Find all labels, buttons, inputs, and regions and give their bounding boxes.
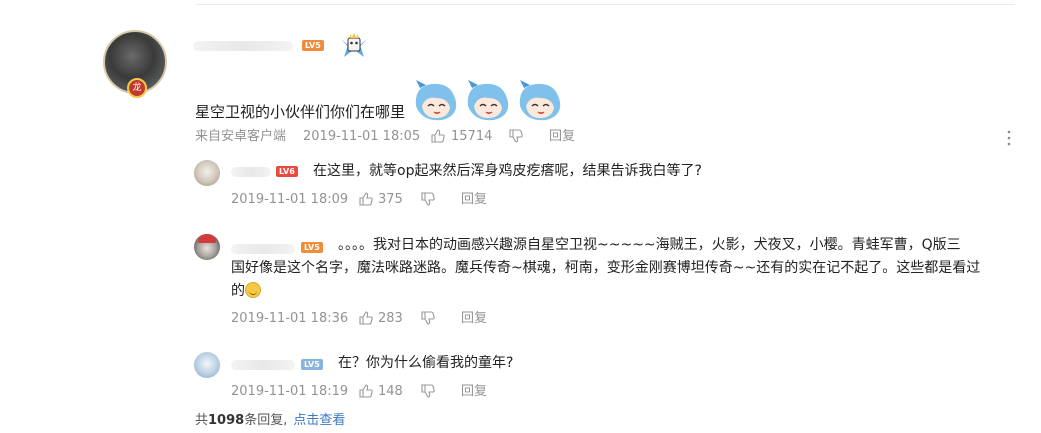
reply-count-suffix: 条回复, [244,413,288,428]
like-icon[interactable] [431,129,445,143]
laughing-emoji-icon [245,282,261,298]
reply-avatar[interactable] [194,352,220,378]
username-blurred[interactable] [193,41,293,51]
reply-avatar[interactable] [194,234,220,260]
like-count: 15714 [451,129,493,144]
main-avatar[interactable]: 龙 [103,30,167,98]
reply-text-line: 。。。。我对日本的动画感兴趣源自星空卫视~~~~~海贼王，火影，犬夜叉，小樱。青… [338,237,961,253]
like-icon[interactable] [359,384,373,398]
reply-count-footer: 共1098条回复, 点击查看 [195,413,345,429]
reply-button[interactable]: 回复 [461,192,487,208]
level-badge: LV5 [301,359,323,370]
reply-count-prefix: 共 [195,413,209,428]
comment-text: 星空卫视的小伙伴们你们在哪里 [195,103,406,121]
reply-button[interactable]: 回复 [461,311,487,327]
reply-button[interactable]: 回复 [549,129,575,145]
more-options-icon[interactable] [1006,130,1012,146]
reply-text-line: 的 [231,283,245,299]
timestamp: 2019-11-01 18:19 [231,384,349,399]
reply-meta: 2019-11-01 18:09 375 回复 [231,192,531,208]
top-divider [195,4,1015,5]
reply-text-end: 的 [231,280,261,303]
level-badge: LV6 [276,166,298,177]
dislike-icon[interactable] [509,129,523,143]
reply-meta: 2019-11-01 18:19 148 回复 [231,384,531,400]
like-icon[interactable] [359,311,373,325]
sticker-emoji-icons [415,80,561,121]
reply-count: 1098 [208,413,245,428]
source-label: 来自安卓客户端 [195,129,287,144]
dislike-icon[interactable] [421,384,435,398]
timestamp: 2019-11-01 18:09 [231,192,349,207]
reply-text: 在这里，就等op起来然后浑身鸡皮疙瘩呢，结果告诉我白等了? [313,163,702,179]
like-count: 375 [378,192,403,207]
dislike-icon[interactable] [421,192,435,206]
view-all-replies-link[interactable]: 点击查看 [293,413,345,428]
level-badge: LV5 [302,40,324,51]
reply-text: 在？你为什么偷看我的童年? [338,355,514,371]
medal-icon [341,33,367,57]
reply-text-line: 国好像是这个名字，魔法咪路迷路。魔兵传奇~棋魂，柯南，变形金刚赛博坦传奇~~还有… [231,260,981,276]
like-count: 283 [378,311,403,326]
like-count: 148 [378,384,403,399]
reply-avatar[interactable] [194,160,220,186]
reply-meta: 2019-11-01 18:36 283 回复 [231,311,531,327]
reply-username-blurred[interactable] [231,167,271,177]
timestamp: 2019-11-01 18:36 [231,311,349,326]
reply-username-blurred[interactable] [231,360,295,370]
level-badge: LV5 [301,242,323,253]
like-icon[interactable] [359,192,373,206]
comment-meta: 来自安卓客户端 2019-11-01 18:05 15714 回复 [195,129,795,145]
santa-hat-icon [198,234,216,243]
timestamp: 2019-11-01 18:05 [303,129,421,144]
reply-button[interactable]: 回复 [461,384,487,400]
dislike-icon[interactable] [421,311,435,325]
avatar-badge-icon: 龙 [127,78,147,98]
reply-username-blurred[interactable] [231,244,295,254]
